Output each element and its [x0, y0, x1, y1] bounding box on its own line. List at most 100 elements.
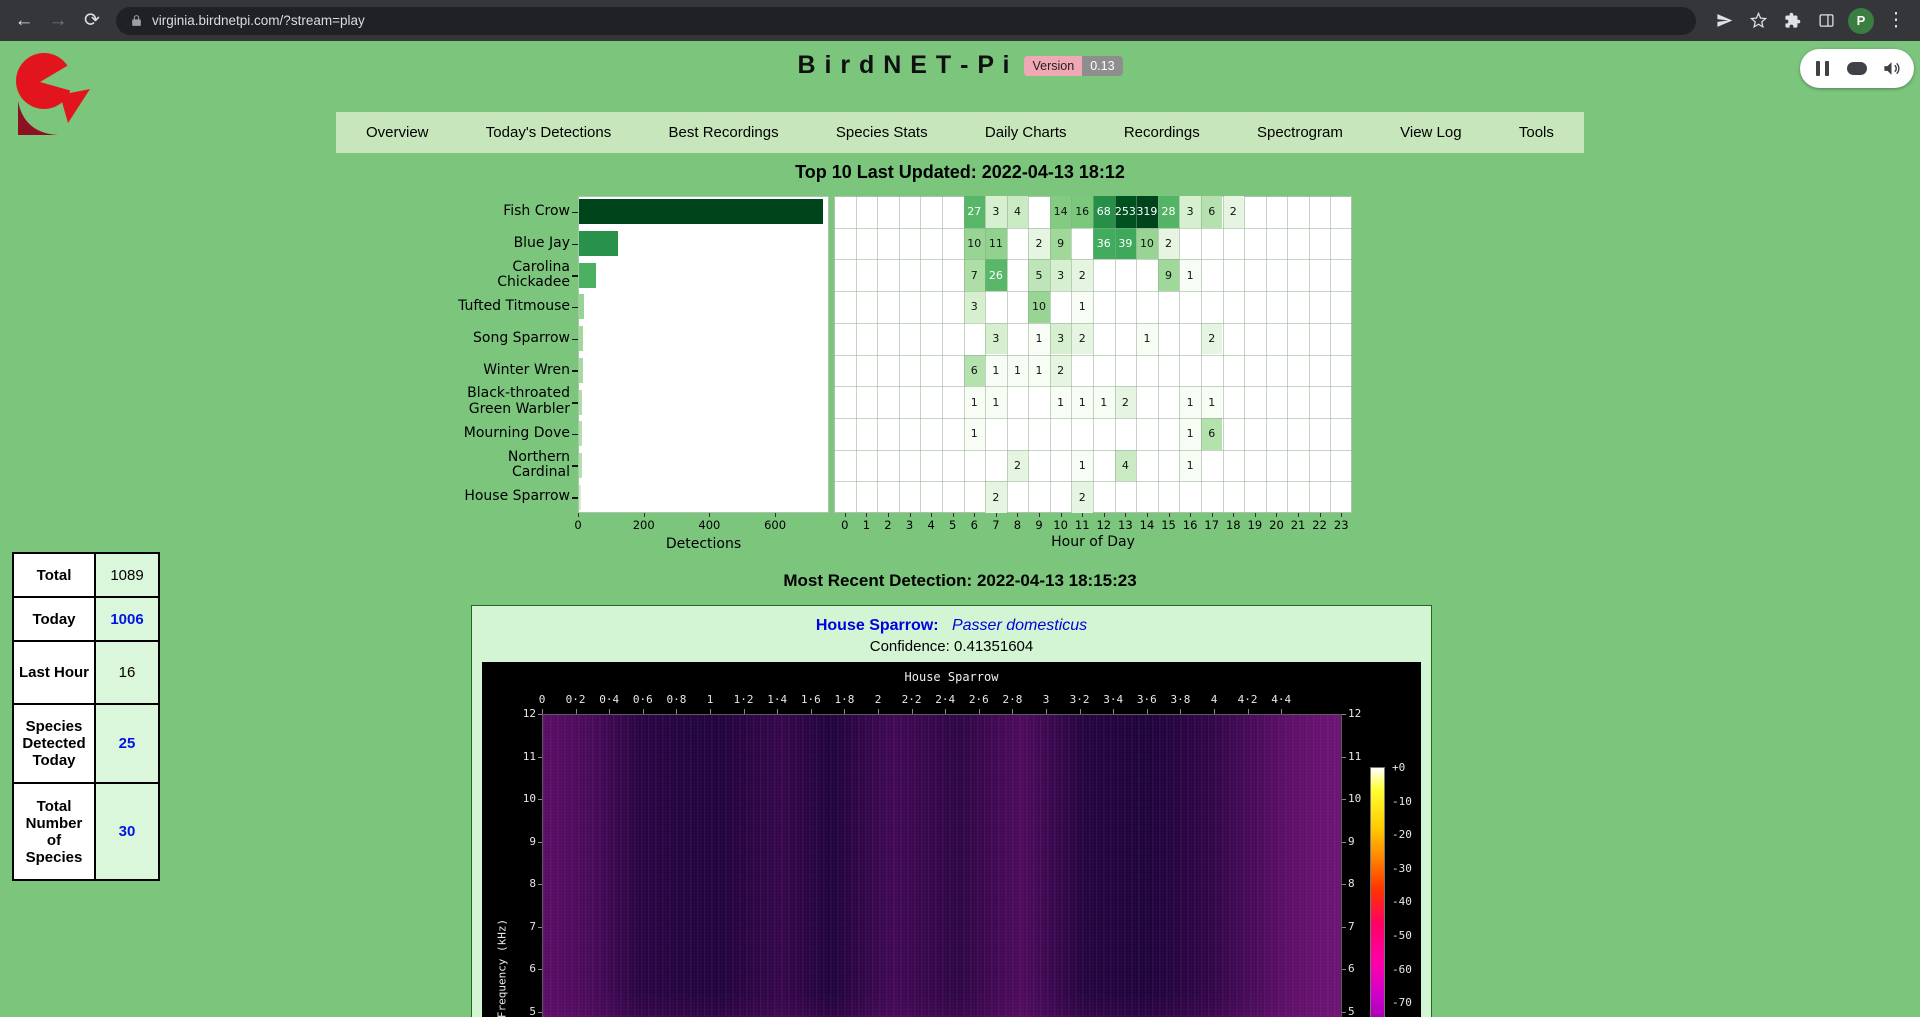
stat-value-species-today-link[interactable]: 25: [119, 735, 136, 752]
spect-freq-tick: 8: [506, 877, 536, 890]
heatmap-gridline: [834, 291, 1352, 292]
bar-axis-label: Detections: [644, 536, 764, 552]
hour-axis-label: Hour of Day: [1033, 534, 1153, 550]
spect-freq-tick: 11: [1348, 750, 1378, 763]
axis-tick: [578, 513, 579, 517]
back-icon[interactable]: ←: [8, 5, 40, 37]
spect-time-tick: 3: [1043, 693, 1050, 706]
hour-tick-label: 18: [1223, 518, 1243, 532]
species-common-name-link[interactable]: House Sparrow:: [816, 617, 939, 634]
spect-tick: [979, 709, 980, 714]
bar-axis-tick-label: 400: [694, 518, 724, 532]
spect-time-tick: 0·4: [599, 693, 619, 706]
heatmap-cell: 2: [985, 481, 1007, 513]
heatmap-cell: 4: [1007, 196, 1029, 228]
extensions-icon[interactable]: [1776, 5, 1808, 37]
bookmark-star-icon[interactable]: [1742, 5, 1774, 37]
heatmap-cell: 1: [1071, 291, 1093, 323]
heatmap-cell: 2: [1050, 355, 1072, 387]
heatmap-cell: 3: [1179, 196, 1201, 228]
most-recent-detection-heading: Most Recent Detection: 2022-04-13 18:15:…: [0, 571, 1920, 591]
stats-row: Today 1006: [13, 597, 159, 641]
spect-tick: [1342, 927, 1346, 928]
axis-tick: [1039, 513, 1040, 517]
axis-tick: [910, 513, 911, 517]
axis-tick: [931, 513, 932, 517]
heatmap-gridline: [834, 450, 1352, 451]
hour-tick-label: 19: [1245, 518, 1265, 532]
axis-tick: [866, 513, 867, 517]
stat-value-total-species-link[interactable]: 30: [119, 823, 136, 840]
spect-time-tick: 1·8: [834, 693, 854, 706]
heatmap-cell: 2: [1158, 228, 1180, 260]
stat-value-last-hour: 16: [95, 641, 159, 704]
hour-tick-label: 21: [1288, 518, 1308, 532]
heatmap-cell: 27: [964, 196, 986, 228]
spect-freq-tick: 10: [506, 792, 536, 805]
spect-tick: [1080, 709, 1081, 714]
axis-tick: [1169, 513, 1170, 517]
side-panel-icon[interactable]: [1810, 5, 1842, 37]
species-tick: [572, 465, 578, 467]
hour-tick-label: 7: [986, 518, 1006, 532]
spect-time-tick: 4·2: [1238, 693, 1258, 706]
colorbar-tick: -40: [1392, 895, 1412, 908]
heatmap-cell: 1: [1179, 450, 1201, 482]
hour-tick-label: 2: [878, 518, 898, 532]
species-label: Winter Wren: [414, 355, 570, 387]
heatmap-cell: 10: [1136, 228, 1158, 260]
bar-axis-tick-label: 0: [563, 518, 593, 532]
species-tick: [572, 434, 578, 436]
detections-bar: [579, 263, 596, 288]
heatmap-cell: 1: [1093, 386, 1115, 418]
axis-tick: [1061, 513, 1062, 517]
profile-avatar[interactable]: P: [1848, 8, 1874, 34]
axis-tick: [1255, 513, 1256, 517]
menu-icon[interactable]: ⋮: [1880, 5, 1912, 37]
spect-freq-tick: 10: [1348, 792, 1378, 805]
confidence-text: Confidence: 0.41351604: [472, 638, 1431, 655]
send-icon[interactable]: [1708, 5, 1740, 37]
hour-tick-label: 4: [921, 518, 941, 532]
spect-time-tick: 2: [875, 693, 882, 706]
spect-tick: [1342, 1012, 1346, 1013]
hour-tick-label: 23: [1331, 518, 1351, 532]
spect-freq-tick: 7: [1348, 920, 1378, 933]
species-label: House Sparrow: [414, 481, 570, 513]
heatmap-gridline: [834, 228, 1352, 229]
spect-tick: [844, 709, 845, 714]
heatmap-cell: 3: [985, 323, 1007, 355]
axis-tick: [953, 513, 954, 517]
spect-tick: [1248, 709, 1249, 714]
detection-species-line: House Sparrow: Passer domesticus: [472, 617, 1431, 635]
detections-bar: [579, 326, 583, 351]
heatmap-cell: 1: [1028, 355, 1050, 387]
heatmap-cell: 2: [1071, 259, 1093, 291]
heatmap-cell: 1: [985, 386, 1007, 418]
hour-tick-label: 13: [1115, 518, 1135, 532]
hour-tick-label: 15: [1159, 518, 1179, 532]
axis-tick: [775, 513, 776, 517]
spect-tick: [1342, 842, 1346, 843]
forward-icon[interactable]: →: [42, 5, 74, 37]
heatmap-cell: 4: [1115, 450, 1137, 482]
colorbar-tick: -20: [1392, 828, 1412, 841]
spect-time-tick: 0·6: [633, 693, 653, 706]
hour-tick-label: 3: [900, 518, 920, 532]
spectrogram-title: House Sparrow: [482, 670, 1421, 684]
address-bar[interactable]: virginia.birdnetpi.com/?stream=play: [116, 7, 1696, 35]
reload-icon[interactable]: ⟳: [76, 5, 108, 37]
heatmap-cell: 253: [1115, 196, 1137, 228]
heatmap-cell: 1: [985, 355, 1007, 387]
spect-time-tick: 2·4: [935, 693, 955, 706]
stat-value-today-link[interactable]: 1006: [110, 611, 143, 628]
spect-tick: [1342, 799, 1346, 800]
spect-tick: [538, 714, 542, 715]
species-latin-name-link[interactable]: Passer domesticus: [952, 617, 1087, 634]
species-label: Northern Cardinal: [414, 450, 570, 482]
spect-time-tick: 3·2: [1070, 693, 1090, 706]
spect-time-tick: 3·6: [1137, 693, 1157, 706]
axis-tick: [845, 513, 846, 517]
spect-freq-tick: 9: [506, 835, 536, 848]
spect-time-tick: 3·8: [1170, 693, 1190, 706]
